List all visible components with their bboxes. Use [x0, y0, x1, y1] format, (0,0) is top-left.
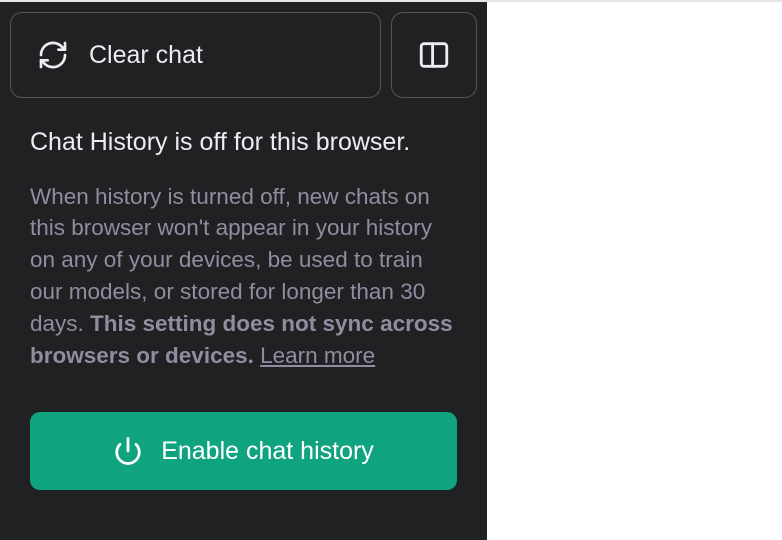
- enable-button-label: Enable chat history: [161, 437, 374, 466]
- learn-more-link[interactable]: Learn more: [260, 343, 375, 368]
- clear-chat-button[interactable]: Clear chat: [10, 12, 381, 98]
- viewport: Clear chat Chat History is off for this …: [0, 0, 782, 540]
- history-off-info: Chat History is off for this browser. Wh…: [10, 126, 477, 372]
- info-title: Chat History is off for this browser.: [30, 126, 457, 159]
- sidebar: Clear chat Chat History is off for this …: [0, 2, 487, 540]
- power-icon: [113, 436, 143, 466]
- top-button-row: Clear chat: [10, 12, 477, 98]
- enable-chat-history-button[interactable]: Enable chat history: [30, 412, 457, 490]
- toggle-sidebar-button[interactable]: [391, 12, 477, 98]
- panel-icon: [417, 38, 451, 72]
- info-body: When history is turned off, new chats on…: [30, 181, 457, 373]
- info-body-bold: This setting does not sync across browse…: [30, 311, 453, 368]
- refresh-icon: [37, 39, 69, 71]
- main-content: [487, 2, 782, 540]
- clear-chat-label: Clear chat: [89, 41, 203, 70]
